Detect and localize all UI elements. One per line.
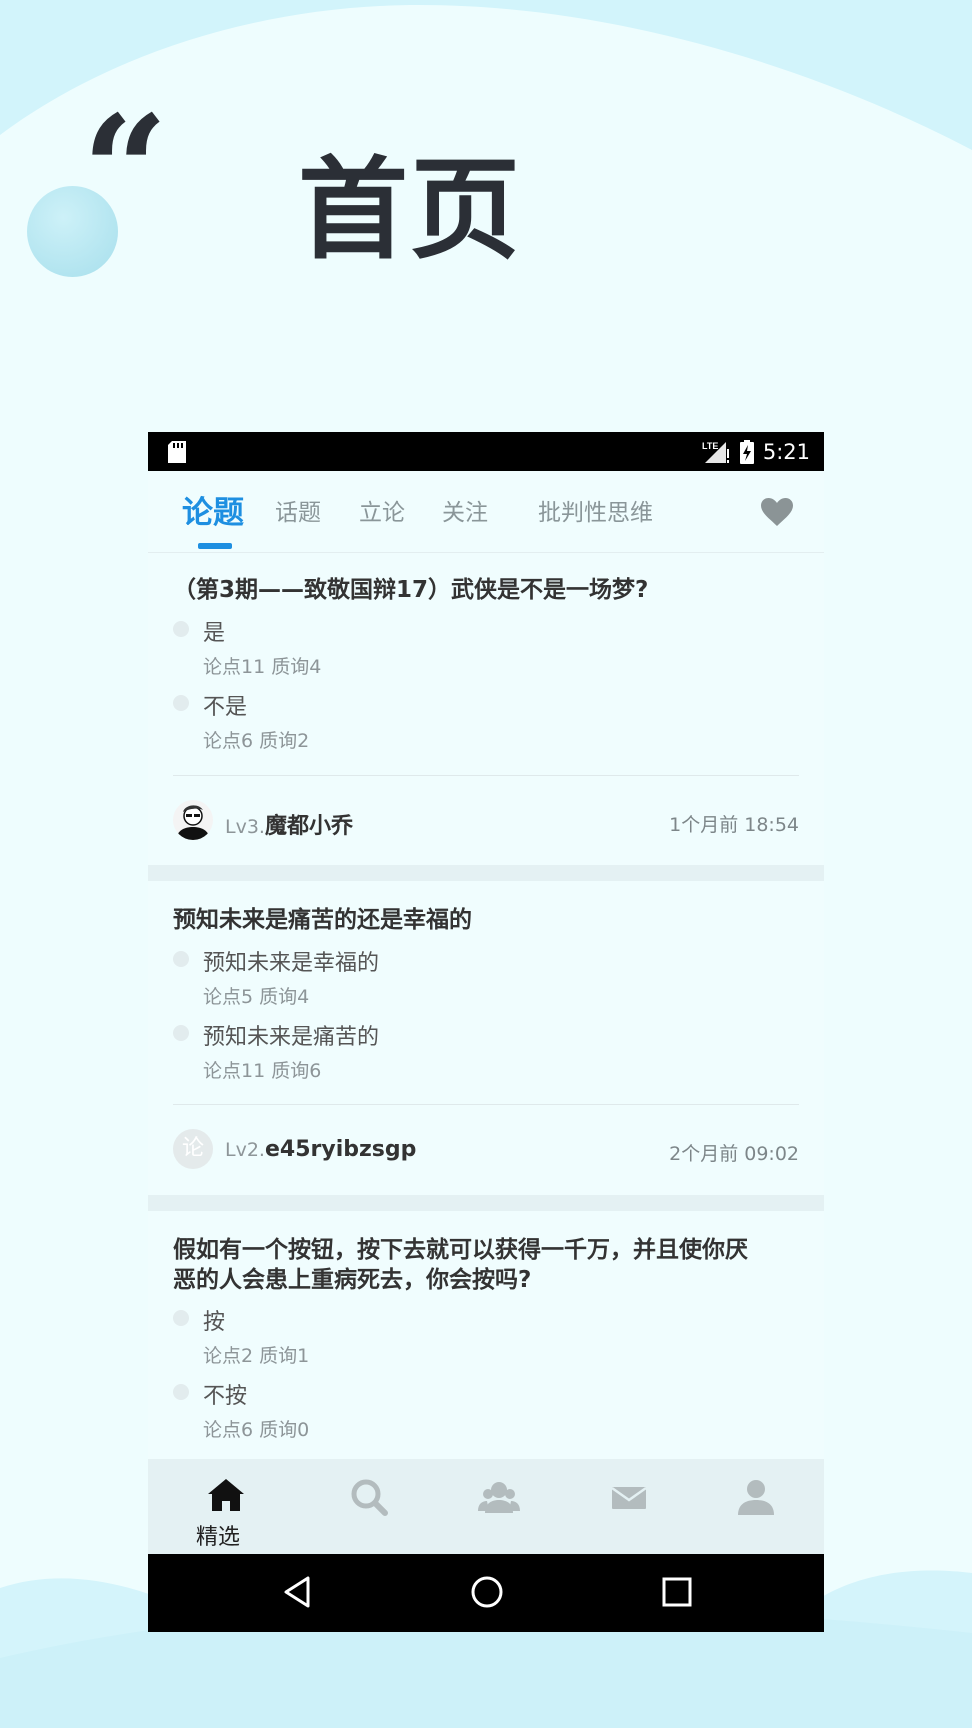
recents-icon[interactable] — [660, 1574, 694, 1610]
option-radio[interactable] — [173, 1025, 189, 1041]
author-username: e45ryibzsgp — [264, 1137, 417, 1162]
tab-lilun[interactable]: 立论 — [359, 493, 405, 527]
author-username: 魔都小乔 — [264, 814, 353, 839]
status-bar: LTE 5:21 — [148, 432, 824, 471]
topic-tabs: 论题 话题 立论 关注 批判性思维 — [148, 471, 824, 553]
heart-icon[interactable] — [760, 497, 794, 527]
home-icon — [208, 1479, 244, 1511]
option-stats: 论点6 质询0 — [203, 1419, 310, 1441]
option-stats: 论点2 质询1 — [203, 1345, 310, 1367]
option-radio[interactable] — [173, 1384, 189, 1400]
topic-title-line: 假如有一个按钮，按下去就可以获得一千万，并且使你厌 — [173, 1237, 748, 1263]
topic-title[interactable]: 假如有一个按钮，按下去就可以获得一千万，并且使你厌 恶的人会患上重病死去，你会按… — [173, 1235, 748, 1295]
nav-home[interactable] — [196, 1477, 256, 1517]
author-name[interactable]: Lv2.e45ryibzsgp — [225, 1137, 416, 1162]
decorative-circle — [27, 186, 118, 277]
nav-search[interactable] — [339, 1477, 399, 1521]
nav-home-label[interactable]: 精选 — [196, 1519, 240, 1551]
option-label[interactable]: 预知未来是痛苦的 — [203, 1019, 379, 1051]
nav-profile[interactable] — [726, 1477, 786, 1521]
topic-card[interactable]: 预知未来是痛苦的还是幸福的 预知未来是幸福的 论点5 质询4 预知未来是痛苦的 … — [148, 881, 824, 1211]
search-icon — [351, 1479, 388, 1516]
topic-card[interactable]: （第3期——致敬国辩17）武侠是不是一场梦? 是 论点11 质询4 不是 论点6… — [148, 554, 824, 881]
status-time: 5:21 — [762, 439, 810, 464]
avatar-initial: 论 — [181, 1136, 204, 1161]
topic-card[interactable]: 假如有一个按钮，按下去就可以获得一千万，并且使你厌 恶的人会患上重病死去，你会按… — [148, 1211, 824, 1471]
card-divider — [173, 1104, 799, 1105]
sd-card-icon — [168, 441, 186, 463]
topic-feed: （第3期——致敬国辩17）武侠是不是一场梦? 是 论点11 质询4 不是 论点6… — [148, 554, 824, 1471]
post-time: 2个月前 09:02 — [669, 1143, 799, 1165]
nav-community[interactable] — [469, 1477, 529, 1521]
group-icon — [478, 1482, 520, 1513]
author-level: Lv3. — [225, 816, 265, 838]
tab-lunti[interactable]: 论题 — [182, 487, 244, 532]
option-radio[interactable] — [173, 951, 189, 967]
tab-critical-thinking[interactable]: 批判性思维 — [538, 493, 653, 527]
option-label[interactable]: 不是 — [203, 689, 247, 721]
post-time: 1个月前 18:54 — [669, 814, 799, 836]
bottom-navigation: 精选 — [148, 1459, 824, 1554]
phone-screen: LTE 5:21 论题 话题 立论 关注 批判性思维 （第3期——致敬国辩17）… — [148, 432, 824, 1632]
option-stats: 论点11 质询6 — [203, 1060, 322, 1082]
tab-guanzhu[interactable]: 关注 — [442, 493, 488, 527]
page-title: 首页 — [298, 146, 522, 274]
back-icon[interactable] — [282, 1574, 314, 1610]
battery-charging-icon — [739, 439, 754, 464]
home-button-icon[interactable] — [469, 1574, 505, 1610]
topic-title-line: 恶的人会患上重病死去，你会按吗? — [173, 1267, 532, 1293]
tab-huati[interactable]: 话题 — [275, 493, 321, 527]
author-name[interactable]: Lv3.魔都小乔 — [225, 808, 353, 840]
system-navigation-bar — [148, 1554, 824, 1632]
topic-title[interactable]: 预知未来是痛苦的还是幸福的 — [173, 905, 472, 935]
signal-icon: LTE — [702, 441, 729, 463]
option-stats: 论点6 质询2 — [203, 730, 310, 752]
active-tab-indicator — [198, 543, 232, 549]
option-label[interactable]: 按 — [203, 1304, 225, 1336]
option-radio[interactable] — [173, 695, 189, 711]
option-label[interactable]: 是 — [203, 615, 225, 647]
card-separator — [148, 865, 824, 881]
avatar[interactable]: 论 — [173, 1129, 213, 1169]
option-radio[interactable] — [173, 1310, 189, 1326]
card-divider — [173, 775, 799, 776]
mail-icon — [611, 1486, 647, 1509]
card-separator — [148, 1195, 824, 1211]
option-label[interactable]: 预知未来是幸福的 — [203, 945, 379, 977]
option-label[interactable]: 不按 — [203, 1378, 247, 1410]
profile-icon — [738, 1480, 774, 1515]
nav-messages[interactable] — [599, 1477, 659, 1521]
topic-title[interactable]: （第3期——致敬国辩17）武侠是不是一场梦? — [173, 575, 648, 605]
option-stats: 论点5 质询4 — [203, 986, 310, 1008]
avatar[interactable] — [173, 800, 213, 840]
author-level: Lv2. — [225, 1139, 265, 1161]
option-radio[interactable] — [173, 621, 189, 637]
svg-text:LTE: LTE — [702, 441, 718, 451]
option-stats: 论点11 质询4 — [203, 656, 322, 678]
